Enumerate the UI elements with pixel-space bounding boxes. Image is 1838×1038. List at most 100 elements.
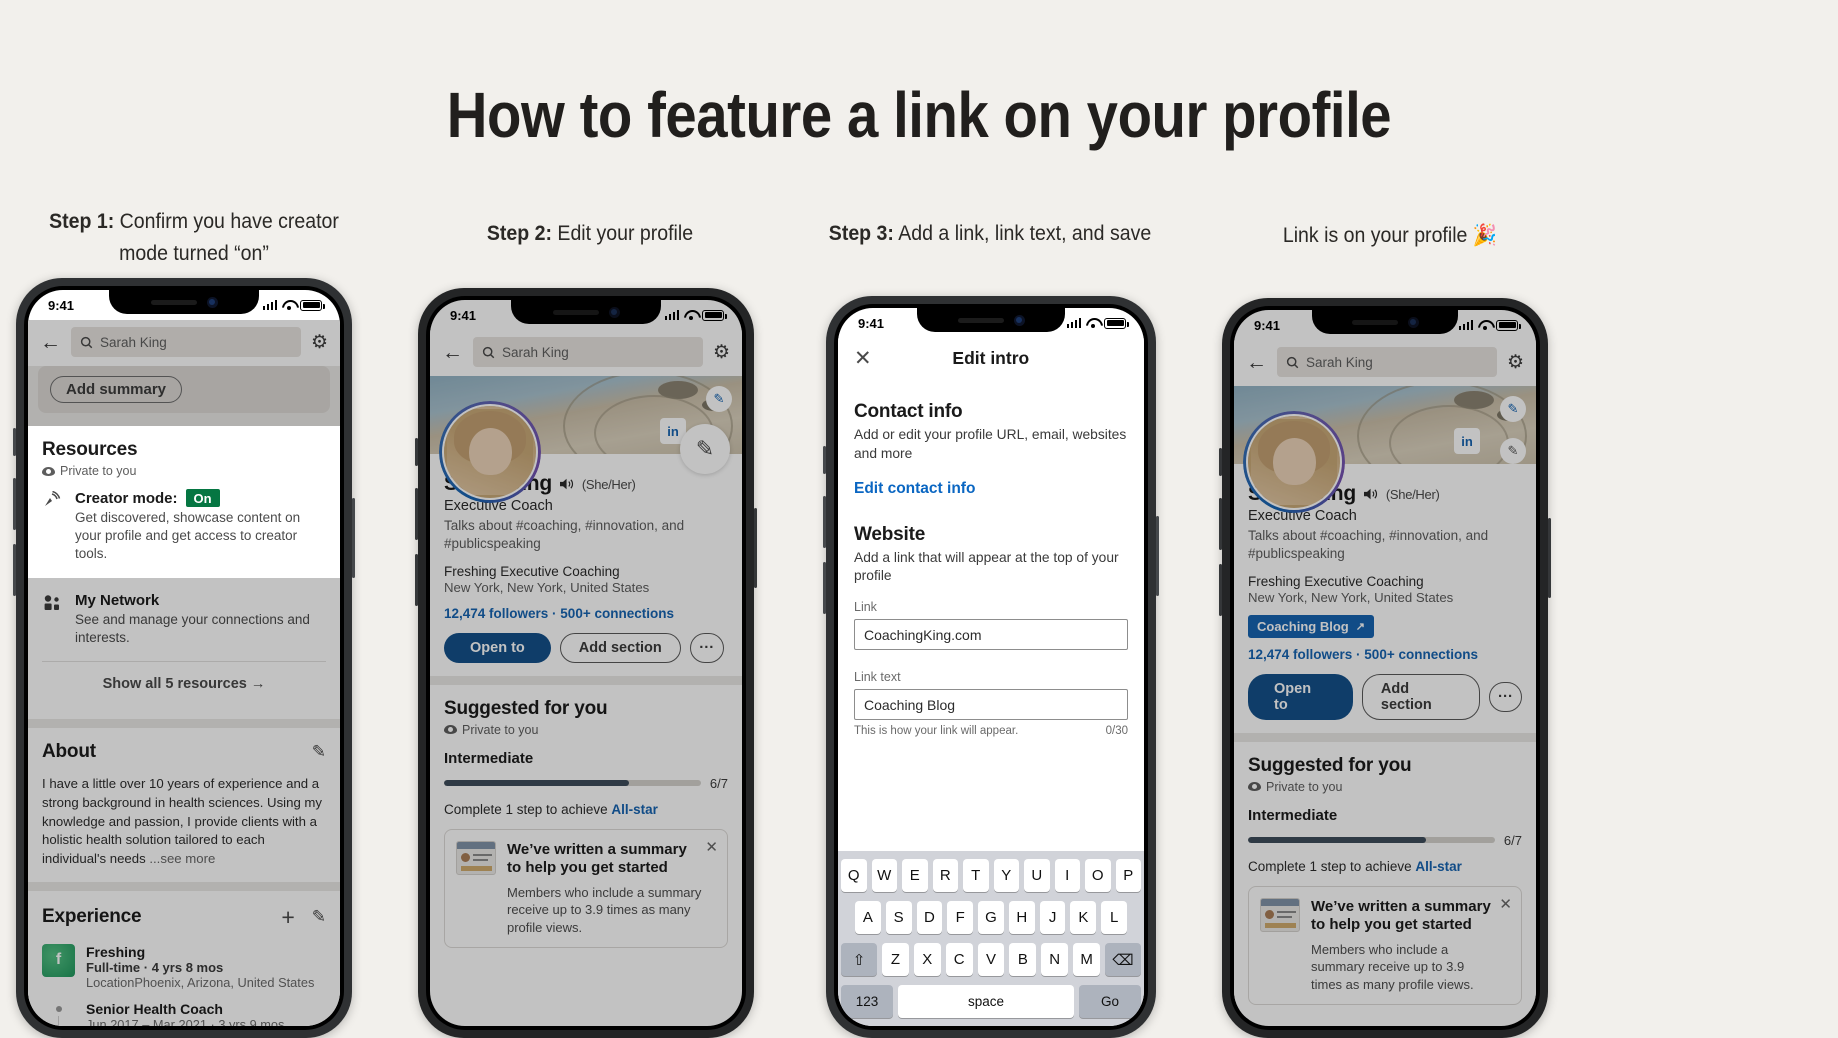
space-key[interactable]: space xyxy=(898,985,1074,1018)
onscreen-keyboard[interactable]: Q W E R T Y U I O P A S D F G H J K L ⇧ … xyxy=(838,851,1144,1026)
link-text-input[interactable]: Coaching Blog xyxy=(854,689,1128,720)
go-key[interactable]: Go xyxy=(1079,985,1141,1018)
featured-link-label: Coaching Blog xyxy=(1257,618,1349,634)
key-n[interactable]: N xyxy=(1041,943,1069,976)
creator-ring xyxy=(1243,411,1345,513)
dismiss-suggestion-icon[interactable]: ✕ xyxy=(705,838,718,856)
dismiss-suggestion-icon[interactable]: ✕ xyxy=(1499,895,1512,913)
name-pronunciation-icon[interactable] xyxy=(559,477,575,491)
search-input[interactable]: Sarah King xyxy=(71,327,301,357)
contact-info-sub: Add or edit your profile URL, email, web… xyxy=(854,427,1127,461)
key-w[interactable]: W xyxy=(871,859,897,892)
add-summary-button[interactable]: Add summary xyxy=(50,376,183,403)
edit-experience-pencil-icon[interactable]: ✎ xyxy=(312,907,326,927)
wifi-icon xyxy=(684,310,697,320)
key-f[interactable]: F xyxy=(947,901,974,934)
search-input[interactable]: Sarah King xyxy=(473,337,703,367)
creator-mode-status-badge: On xyxy=(185,489,220,507)
more-options-button[interactable]: ··· xyxy=(1489,681,1522,712)
key-a[interactable]: A xyxy=(854,901,881,934)
phone-1-creator-mode: 9:41 ← Sarah King ⚙ Add summary Resource… xyxy=(13,278,355,1038)
back-arrow-icon[interactable]: ← xyxy=(442,342,463,363)
suggestion-card[interactable]: We’ve written a summary to help you get … xyxy=(444,828,728,948)
search-input[interactable]: Sarah King xyxy=(1277,347,1497,377)
key-y[interactable]: Y xyxy=(993,859,1019,892)
key-o[interactable]: O xyxy=(1085,859,1111,892)
backspace-key[interactable]: ⌫ xyxy=(1105,943,1142,976)
shift-key[interactable]: ⇧ xyxy=(841,943,877,976)
edit-about-pencil-icon[interactable]: ✎ xyxy=(312,742,326,762)
key-v[interactable]: V xyxy=(977,943,1005,976)
avatar[interactable] xyxy=(1243,411,1345,513)
link-text-hint-row: This is how your link will appear. 0/30 xyxy=(854,725,1128,737)
key-l[interactable]: L xyxy=(1101,901,1128,934)
key-q[interactable]: Q xyxy=(841,859,867,892)
back-arrow-icon[interactable]: ← xyxy=(40,332,61,353)
edit-cover-photo-icon[interactable]: ✎ xyxy=(1500,396,1526,422)
profile-strength-progress: 6/7 xyxy=(444,776,728,791)
progress-fill xyxy=(1248,837,1426,844)
numeric-key[interactable]: 123 xyxy=(841,985,893,1018)
edit-profile-pencil-button[interactable]: ✎ xyxy=(1500,438,1526,464)
back-arrow-icon[interactable]: ← xyxy=(1246,352,1267,373)
suggestion-body: Members who include a summary receive up… xyxy=(1311,942,1474,992)
show-all-resources-link[interactable]: Show all 5 resources → xyxy=(42,662,326,706)
keyboard-row-4: 123 space Go xyxy=(841,985,1141,1018)
modal-title: Edit intro xyxy=(952,348,1030,368)
add-experience-icon[interactable]: + xyxy=(281,904,294,931)
key-r[interactable]: R xyxy=(932,859,958,892)
summary-thumbnail-icon xyxy=(456,840,496,875)
profile-stats[interactable]: 12,474 followers · 500+ connections xyxy=(1248,647,1522,662)
key-m[interactable]: M xyxy=(1073,943,1101,976)
open-to-button[interactable]: Open to xyxy=(1248,673,1353,720)
add-section-button[interactable]: Add section xyxy=(559,632,681,663)
key-c[interactable]: C xyxy=(945,943,973,976)
progress-fill xyxy=(444,780,629,787)
suggestion-card[interactable]: We’ve written a summary to help you get … xyxy=(1248,885,1522,1005)
key-j[interactable]: J xyxy=(1039,901,1066,934)
edit-cover-photo-icon[interactable]: ✎ xyxy=(706,386,732,412)
resources-privacy-label: Private to you xyxy=(60,464,137,478)
profile-talks-about: Talks about #coaching, #innovation, and … xyxy=(444,518,685,551)
avatar[interactable] xyxy=(439,401,541,503)
gear-icon[interactable]: ⚙ xyxy=(713,341,730,364)
featured-link-chip[interactable]: Coaching Blog ↗ xyxy=(1248,614,1374,638)
search-value: Sarah King xyxy=(1306,354,1373,370)
more-options-button[interactable]: ··· xyxy=(689,632,724,663)
key-x[interactable]: X xyxy=(913,943,941,976)
wifi-icon xyxy=(1478,320,1491,330)
about-see-more[interactable]: ...see more xyxy=(149,851,215,866)
key-h[interactable]: H xyxy=(1008,901,1035,934)
key-t[interactable]: T xyxy=(963,859,989,892)
key-b[interactable]: B xyxy=(1009,943,1037,976)
creator-mode-label: Creator mode: xyxy=(75,489,178,507)
key-d[interactable]: D xyxy=(916,901,943,934)
key-k[interactable]: K xyxy=(1070,901,1097,934)
gear-icon[interactable]: ⚙ xyxy=(311,331,328,354)
link-input[interactable]: CoachingKing.com xyxy=(854,619,1128,650)
website-title: Website xyxy=(854,523,926,545)
name-pronunciation-icon[interactable] xyxy=(1363,487,1379,501)
key-g[interactable]: G xyxy=(978,901,1004,934)
search-value: Sarah King xyxy=(100,334,167,350)
creator-mode-row[interactable]: Creator mode: On Get discovered, showcas… xyxy=(42,478,326,564)
edit-profile-pencil-button[interactable]: ✎ xyxy=(680,424,730,474)
key-z[interactable]: Z xyxy=(882,943,909,976)
notch xyxy=(109,290,259,314)
status-bar: 9:41 xyxy=(1234,310,1536,340)
contact-info-title: Contact info xyxy=(854,401,963,422)
add-section-button[interactable]: Add section xyxy=(1361,673,1481,720)
key-e[interactable]: E xyxy=(902,859,928,892)
page-title: How to feature a link on your profile xyxy=(446,79,1392,151)
profile-stats[interactable]: 12,474 followers · 500+ connections xyxy=(444,606,728,621)
open-to-button[interactable]: Open to xyxy=(444,632,551,663)
gear-icon[interactable]: ⚙ xyxy=(1507,351,1524,374)
key-p[interactable]: P xyxy=(1115,859,1141,892)
close-icon[interactable]: ✕ xyxy=(854,348,872,369)
my-network-row[interactable]: My Network See and manage your connectio… xyxy=(42,588,326,649)
key-s[interactable]: S xyxy=(885,901,912,934)
key-u[interactable]: U xyxy=(1024,859,1050,892)
edit-contact-info-link[interactable]: Edit contact info xyxy=(854,480,1128,498)
suggested-for-you-card: Suggested for you Private to you Interme… xyxy=(1234,741,1536,1018)
key-i[interactable]: I xyxy=(1054,859,1080,892)
